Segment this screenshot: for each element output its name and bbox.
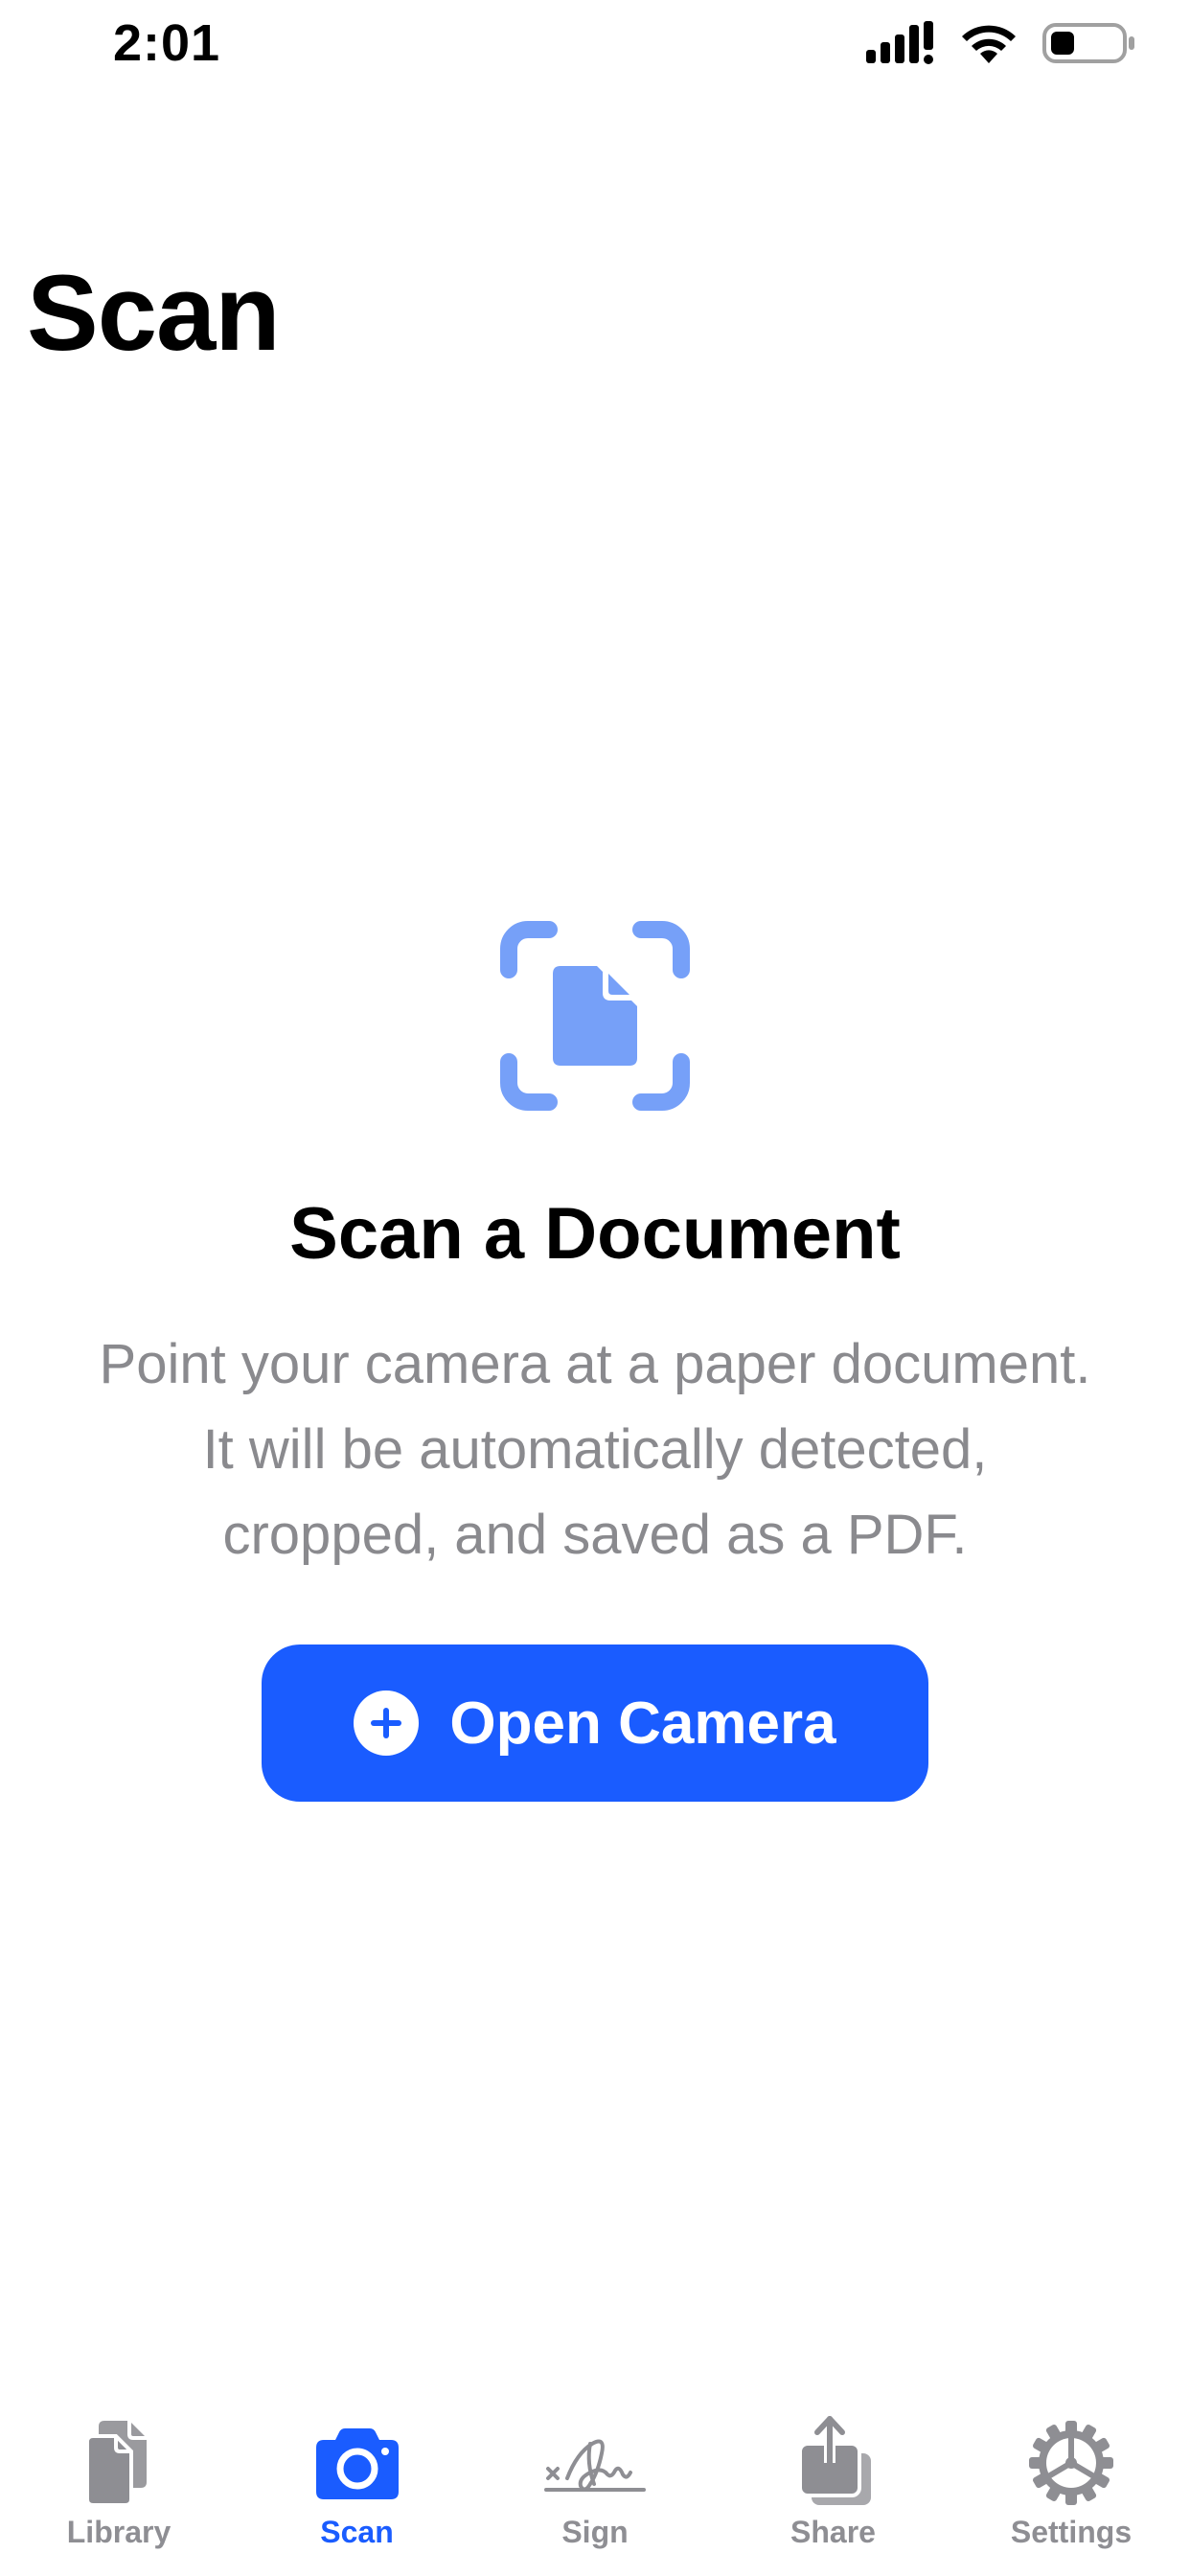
battery-icon <box>1042 23 1134 63</box>
tab-settings-label: Settings <box>1010 2515 1133 2549</box>
open-camera-label: Open Camera <box>449 1690 836 1757</box>
gear-icon <box>1029 2421 1113 2505</box>
open-camera-button[interactable]: Open Camera <box>262 1644 928 1802</box>
share-icon <box>797 2416 871 2505</box>
empty-state-heading: Scan a Document <box>289 1193 901 1275</box>
plus-circle-icon <box>354 1690 420 1756</box>
empty-state: Scan a Document Point your camera at a p… <box>0 920 1190 1802</box>
status-icons <box>866 21 1136 65</box>
tab-share[interactable]: Share <box>728 2415 939 2576</box>
wifi-icon <box>962 25 1016 63</box>
tab-bar: Library Scan Sign Share Settings <box>0 2415 1190 2576</box>
scan-screen: 2:01 Scan Scan a Document Point your cam… <box>0 0 1190 2576</box>
status-time: 2:01 <box>113 14 221 72</box>
cellular-signal-icon <box>866 21 933 64</box>
tab-scan[interactable]: Scan <box>252 2415 463 2576</box>
documents-icon <box>85 2421 147 2507</box>
empty-state-description: Point your camera at a paper document. I… <box>99 1333 1091 1566</box>
tab-settings[interactable]: Settings <box>966 2415 1177 2576</box>
tab-share-label: Share <box>790 2515 876 2549</box>
camera-icon <box>315 2428 399 2499</box>
tab-library-label: Library <box>66 2515 172 2549</box>
scan-document-icon <box>500 921 690 1111</box>
page-title: Scan <box>27 253 281 373</box>
tab-scan-label: Scan <box>320 2515 394 2549</box>
tab-sign[interactable]: Sign <box>490 2415 700 2576</box>
tab-sign-label: Sign <box>561 2515 629 2549</box>
tab-library[interactable]: Library <box>13 2415 224 2576</box>
status-bar: 2:01 <box>0 0 1190 96</box>
signature-icon <box>544 2439 646 2492</box>
